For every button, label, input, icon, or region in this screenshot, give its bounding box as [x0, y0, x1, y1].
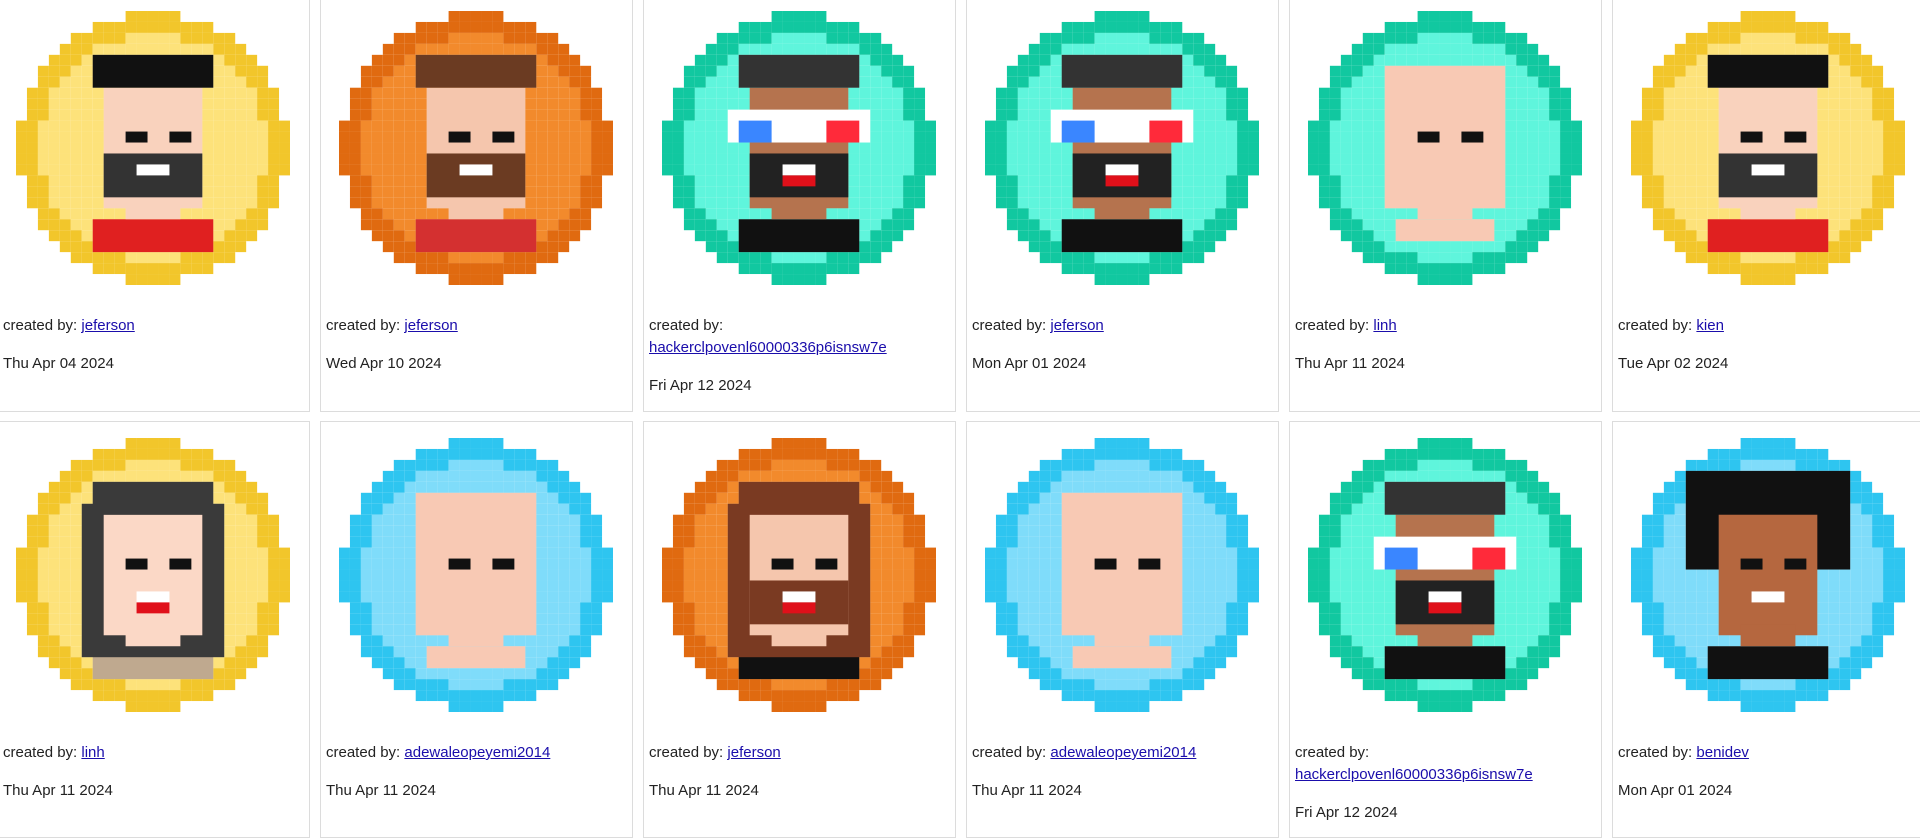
- card-meta: created by: linh Thu Apr 11 2024: [0, 742, 309, 802]
- avatar-card[interactable]: created by: linh Thu Apr 11 2024: [0, 421, 310, 838]
- created-by-label: created by:: [3, 317, 82, 334]
- creator-line: created by: jeferson: [649, 742, 955, 764]
- created-by-label: created by:: [972, 317, 1051, 334]
- creator-line: created by: adewaleopeyemi2014: [326, 742, 632, 764]
- created-by-label: created by:: [1295, 317, 1374, 334]
- creator-line: created by: linh: [1295, 315, 1601, 337]
- created-by-label: created by:: [1295, 744, 1370, 761]
- card-meta: created by: kien Tue Apr 02 2024: [1613, 315, 1920, 375]
- avatar-card[interactable]: created by: jeferson Mon Apr 01 2024: [966, 0, 1279, 412]
- bald-head-icon[interactable]: [1308, 11, 1582, 285]
- man-beard-short-hair-icon[interactable]: [1631, 11, 1905, 285]
- created-by-label: created by:: [326, 744, 405, 761]
- avatar-gallery: created by: jeferson Thu Apr 04 2024 creat…: [0, 0, 1920, 838]
- creator-line: created by: jeferson: [3, 315, 309, 337]
- avatar-card[interactable]: created by: jeferson Wed Apr 10 2024: [320, 0, 633, 412]
- created-date: Mon Apr 01 2024: [972, 355, 1087, 372]
- creator-line: created by: linh: [3, 742, 309, 764]
- creator-link[interactable]: jeferson: [727, 744, 780, 761]
- avatar-card[interactable]: created by: jeferson Thu Apr 04 2024: [0, 0, 310, 412]
- created-date: Fri Apr 12 2024: [1295, 804, 1398, 821]
- bald-head-icon[interactable]: [339, 438, 613, 712]
- creator-link[interactable]: hackerclpovenl60000336p6isnsw7e: [1295, 766, 1533, 783]
- creator-line: created by: benidev: [1618, 742, 1920, 764]
- creator-link[interactable]: adewaleopeyemi2014: [1050, 744, 1196, 761]
- avatar-card[interactable]: created by: adewaleopeyemi2014 Thu Apr 11…: [966, 421, 1279, 838]
- card-meta: created by: benidev Mon Apr 01 2024: [1613, 742, 1920, 802]
- card-meta: created by: hackerclpovenl60000336p6isns…: [1290, 742, 1601, 824]
- created-by-label: created by:: [3, 744, 82, 761]
- creator-link[interactable]: linh: [1373, 317, 1396, 334]
- card-meta: created by: jeferson Wed Apr 10 2024: [321, 315, 632, 375]
- creator-link[interactable]: adewaleopeyemi2014: [404, 744, 550, 761]
- created-date: Thu Apr 11 2024: [326, 782, 436, 799]
- created-date: Thu Apr 04 2024: [3, 355, 114, 372]
- creator-link[interactable]: kien: [1696, 317, 1724, 334]
- avatar-card[interactable]: created by: hackerclpovenl60000336p6isns…: [643, 0, 956, 412]
- avatar-card[interactable]: created by: kien Tue Apr 02 2024: [1612, 0, 1920, 412]
- card-meta: created by: jeferson Thu Apr 04 2024: [0, 315, 309, 375]
- avatar-card[interactable]: created by: linh Thu Apr 11 2024: [1289, 0, 1602, 412]
- created-date: Thu Apr 11 2024: [649, 782, 759, 799]
- man-brown-beard-icon[interactable]: [339, 11, 613, 285]
- created-date: Fri Apr 12 2024: [649, 377, 752, 394]
- avatar-card[interactable]: created by: adewaleopeyemi2014 Thu Apr 11…: [320, 421, 633, 838]
- creator-link[interactable]: benidev: [1696, 744, 1749, 761]
- creator-line: created by: hackerclpovenl60000336p6isns…: [1295, 742, 1601, 786]
- creator-line: created by: kien: [1618, 315, 1920, 337]
- created-date: Mon Apr 01 2024: [1618, 782, 1733, 799]
- woman-long-hair-icon[interactable]: [16, 438, 290, 712]
- created-by-label: created by:: [1618, 744, 1697, 761]
- created-date: Tue Apr 02 2024: [1618, 355, 1729, 372]
- created-date: Thu Apr 11 2024: [1295, 355, 1405, 372]
- creator-line: created by: adewaleopeyemi2014: [972, 742, 1278, 764]
- card-meta: created by: jeferson Mon Apr 01 2024: [967, 315, 1278, 375]
- created-date: Thu Apr 11 2024: [3, 782, 113, 799]
- card-meta: created by: adewaleopeyemi2014 Thu Apr 11…: [321, 742, 632, 802]
- card-meta: created by: hackerclpovenl60000336p6isns…: [644, 315, 955, 397]
- creator-line: created by: jeferson: [972, 315, 1278, 337]
- creator-line: created by: jeferson: [326, 315, 632, 337]
- long-hair-beard-icon[interactable]: [662, 438, 936, 712]
- man-3d-glasses-icon[interactable]: [985, 11, 1259, 285]
- bald-head-icon[interactable]: [985, 438, 1259, 712]
- man-beard-short-hair-icon[interactable]: [16, 11, 290, 285]
- man-afro-icon[interactable]: [1631, 438, 1905, 712]
- card-meta: created by: adewaleopeyemi2014 Thu Apr 11…: [967, 742, 1278, 802]
- created-by-label: created by:: [1618, 317, 1697, 334]
- created-date: Wed Apr 10 2024: [326, 355, 442, 372]
- creator-link[interactable]: hackerclpovenl60000336p6isnsw7e: [649, 339, 887, 356]
- man-3d-glasses-icon[interactable]: [662, 11, 936, 285]
- created-by-label: created by:: [326, 317, 405, 334]
- card-meta: created by: jeferson Thu Apr 11 2024: [644, 742, 955, 802]
- card-meta: created by: linh Thu Apr 11 2024: [1290, 315, 1601, 375]
- creator-line: created by: hackerclpovenl60000336p6isns…: [649, 315, 955, 359]
- created-by-label: created by:: [649, 317, 724, 334]
- created-date: Thu Apr 11 2024: [972, 782, 1082, 799]
- man-3d-glasses-icon[interactable]: [1308, 438, 1582, 712]
- avatar-card[interactable]: created by: hackerclpovenl60000336p6isns…: [1289, 421, 1602, 838]
- avatar-card[interactable]: created by: jeferson Thu Apr 11 2024: [643, 421, 956, 838]
- creator-link[interactable]: jeferson: [1050, 317, 1103, 334]
- avatar-card[interactable]: created by: benidev Mon Apr 01 2024: [1612, 421, 1920, 838]
- creator-link[interactable]: jeferson: [404, 317, 457, 334]
- creator-link[interactable]: jeferson: [81, 317, 134, 334]
- created-by-label: created by:: [649, 744, 728, 761]
- creator-link[interactable]: linh: [81, 744, 104, 761]
- created-by-label: created by:: [972, 744, 1051, 761]
